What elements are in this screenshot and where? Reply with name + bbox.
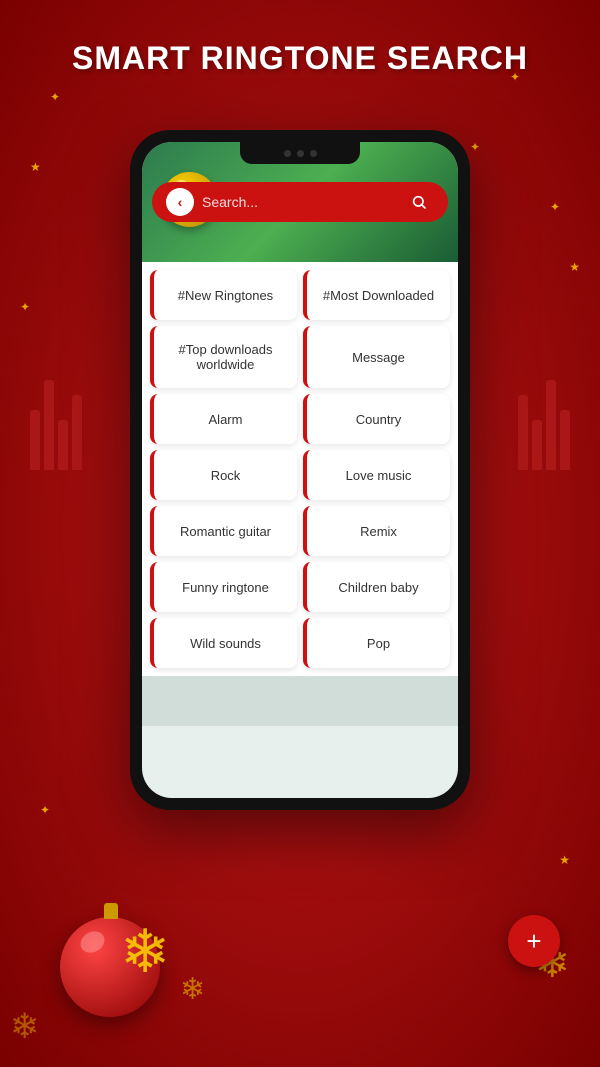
notch-dot-1	[284, 150, 291, 157]
sparkle-7: ✦	[40, 803, 50, 817]
sparkle-9: ★	[569, 260, 580, 274]
category-card-4[interactable]: Alarm	[150, 394, 297, 444]
sparkle-3: ★	[30, 160, 41, 174]
categories-grid: #New Ringtones#Most Downloaded#Top downl…	[142, 262, 458, 676]
snowflake-bl-icon: ❄	[10, 1007, 39, 1047]
sparkle-6: ★	[559, 853, 570, 867]
category-card-1[interactable]: #Most Downloaded	[303, 270, 450, 320]
phone-frame: ‹ Search... #New Ringtones#Most Download…	[130, 130, 470, 810]
category-card-3[interactable]: Message	[303, 326, 450, 388]
sparkle-1: ✦	[50, 90, 60, 104]
sparkle-5: ✦	[20, 300, 30, 314]
search-icon	[411, 194, 427, 210]
screen-bottom	[142, 676, 458, 726]
category-card-13[interactable]: Pop	[303, 618, 450, 668]
back-button[interactable]: ‹	[166, 188, 194, 216]
category-card-7[interactable]: Love music	[303, 450, 450, 500]
back-chevron-icon: ‹	[178, 194, 183, 210]
search-button[interactable]	[404, 187, 434, 217]
category-card-2[interactable]: #Top downloads worldwide	[150, 326, 297, 388]
phone-screen: ‹ Search... #New Ringtones#Most Download…	[142, 142, 458, 798]
category-card-9[interactable]: Remix	[303, 506, 450, 556]
search-bar-container: ‹ Search...	[152, 182, 448, 222]
search-input[interactable]: Search...	[202, 194, 396, 210]
notch-dot-2	[297, 150, 304, 157]
phone-notch	[240, 142, 360, 164]
category-card-10[interactable]: Funny ringtone	[150, 562, 297, 612]
sparkle-8: ✦	[470, 140, 480, 154]
gold-snowflake-sm-icon: ❄	[180, 972, 205, 1007]
christmas-ball-cap	[104, 903, 118, 919]
deco-bars-right	[518, 380, 570, 470]
fab-plus-icon: +	[526, 928, 541, 954]
category-card-5[interactable]: Country	[303, 394, 450, 444]
deco-bars-left	[30, 380, 82, 470]
gold-snowflake-big-icon: ❄	[120, 917, 170, 987]
fab-add-button[interactable]: +	[508, 915, 560, 967]
page-title: SMART RINGTONE SEARCH	[0, 40, 600, 77]
category-card-0[interactable]: #New Ringtones	[150, 270, 297, 320]
category-card-8[interactable]: Romantic guitar	[150, 506, 297, 556]
sparkle-4: ✦	[550, 200, 560, 214]
search-bar: ‹ Search...	[152, 182, 448, 222]
category-card-12[interactable]: Wild sounds	[150, 618, 297, 668]
category-card-11[interactable]: Children baby	[303, 562, 450, 612]
notch-dot-3	[310, 150, 317, 157]
category-card-6[interactable]: Rock	[150, 450, 297, 500]
